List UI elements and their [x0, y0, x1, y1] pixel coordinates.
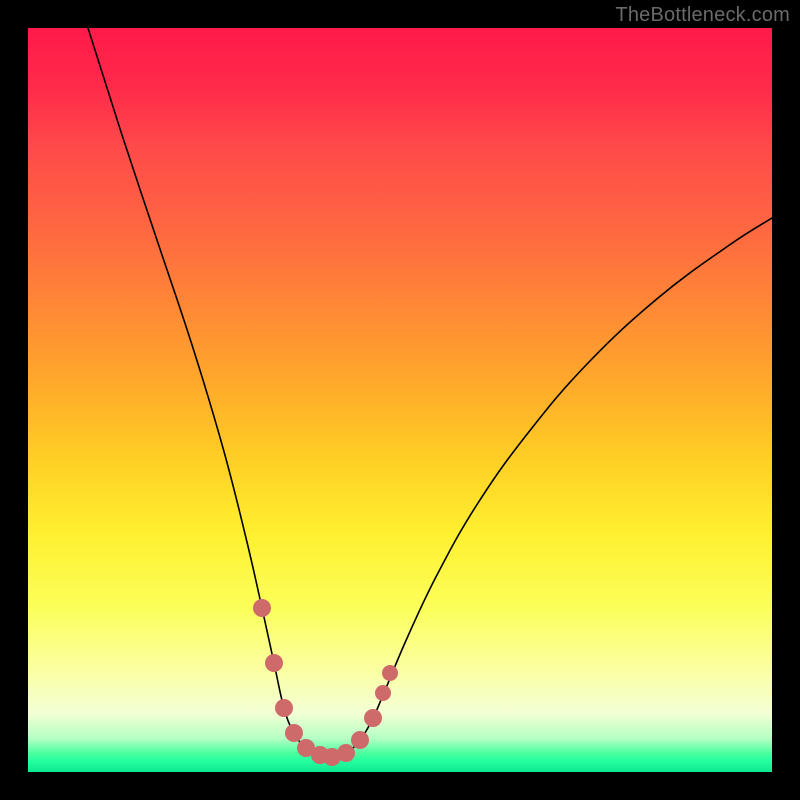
marker-point	[265, 654, 283, 672]
bottleneck-curve	[88, 28, 772, 757]
marker-group	[253, 599, 398, 766]
marker-point	[275, 699, 293, 717]
marker-point	[382, 665, 398, 681]
marker-point	[337, 744, 355, 762]
marker-point	[375, 685, 391, 701]
chart-frame	[28, 28, 772, 772]
marker-point	[285, 724, 303, 742]
marker-point	[253, 599, 271, 617]
marker-point	[364, 709, 382, 727]
marker-point	[351, 731, 369, 749]
chart-svg	[28, 28, 772, 772]
watermark-text: TheBottleneck.com	[615, 4, 790, 27]
